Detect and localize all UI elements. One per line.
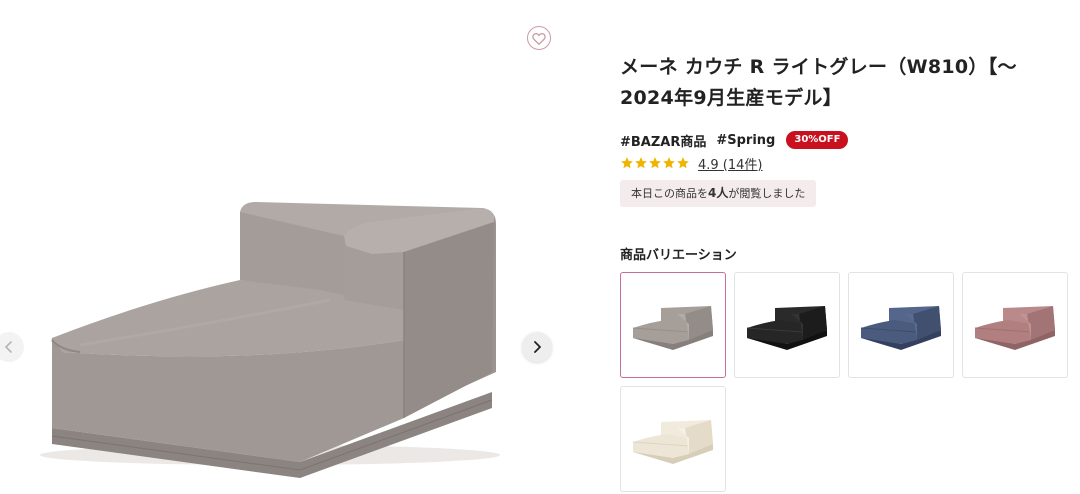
variations-heading: 商品バリエーション xyxy=(620,248,737,263)
variation-black[interactable] xyxy=(734,272,840,378)
star-icon xyxy=(677,157,689,169)
variation-light-grey[interactable] xyxy=(620,272,726,378)
viewers-count: 4人 xyxy=(708,186,729,200)
chevron-right-icon xyxy=(534,341,541,353)
tag-bazar[interactable]: #BAZAR商品 xyxy=(620,131,706,150)
viewers-prefix: 本日この商品を xyxy=(631,187,708,200)
product-gallery xyxy=(0,0,565,494)
star-icon xyxy=(635,157,647,169)
star-icon xyxy=(649,157,661,169)
variation-thumbnail xyxy=(632,420,713,464)
heart-icon xyxy=(532,32,546,45)
variation-list xyxy=(620,272,1068,492)
product-tags: #BAZAR商品 #Spring 30%OFF xyxy=(620,130,1070,150)
variation-pink[interactable] xyxy=(962,272,1068,378)
product-title-line-1: メーネ カウチ R ライトグレー（W810）【〜 xyxy=(620,56,1017,78)
product-title: メーネ カウチ R ライトグレー（W810）【〜 2024年9月生産モデル】 xyxy=(620,52,1070,114)
product-page: メーネ カウチ R ライトグレー（W810）【〜 2024年9月生産モデル】 #… xyxy=(0,0,1080,494)
product-info: メーネ カウチ R ライトグレー（W810）【〜 2024年9月生産モデル】 #… xyxy=(620,52,1070,492)
discount-badge: 30%OFF xyxy=(786,131,849,149)
star-icon xyxy=(621,157,633,169)
favorite-button[interactable] xyxy=(527,26,551,50)
variation-thumbnail xyxy=(746,306,827,350)
variation-thumbnail xyxy=(974,306,1055,350)
variation-ivory[interactable] xyxy=(620,386,726,492)
next-image-button[interactable] xyxy=(522,332,552,362)
variation-thumbnail xyxy=(860,306,941,350)
variation-thumbnail xyxy=(632,306,713,350)
tag-spring[interactable]: #Spring xyxy=(716,133,775,148)
rating-stars xyxy=(620,156,690,170)
product-image xyxy=(40,202,500,478)
star-icon xyxy=(663,157,675,169)
variation-navy[interactable] xyxy=(848,272,954,378)
viewers-suffix: が閲覧しました xyxy=(728,187,806,200)
viewers-notice: 本日この商品を4人が閲覧しました xyxy=(620,180,817,207)
product-title-line-2: 2024年9月生産モデル】 xyxy=(620,87,843,109)
chevron-left-icon xyxy=(5,341,12,353)
rating-reviews-link[interactable]: 4.9 (14件) xyxy=(698,154,763,173)
rating: 4.9 (14件) xyxy=(620,154,1070,173)
